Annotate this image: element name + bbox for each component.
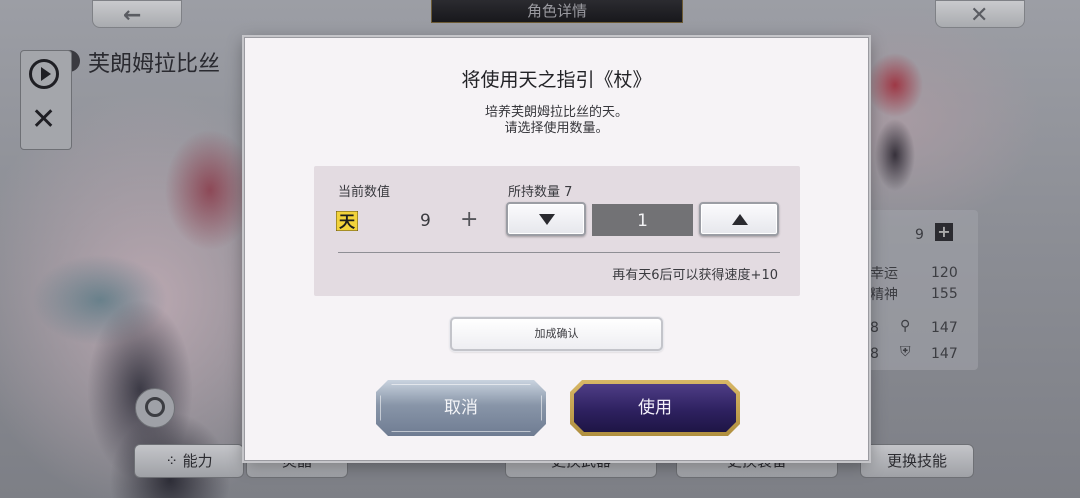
- use-button[interactable]: 使用: [570, 380, 740, 436]
- screen-title: 角色详情: [431, 0, 683, 23]
- side-button-panel: ✕: [20, 50, 72, 150]
- bonus-confirm-button[interactable]: 加成确认: [450, 317, 663, 351]
- cancel-label: 取消: [444, 398, 478, 418]
- stat-left-value: 8: [870, 346, 879, 362]
- increase-quantity-button[interactable]: [699, 202, 779, 236]
- level-value: 9: [915, 227, 924, 243]
- up-arrow-icon: [732, 214, 748, 225]
- character-name: 芙朗姆拉比丝: [88, 52, 221, 77]
- plus-sign: +: [460, 207, 479, 232]
- current-value-label: 当前数值: [338, 185, 391, 200]
- close-screen-button[interactable]: ✕: [935, 0, 1025, 28]
- close-icon: ✕: [970, 3, 989, 28]
- stat-value: 120: [931, 265, 958, 281]
- stat-label: 幸运: [870, 266, 898, 282]
- grid-icon: ⁘: [165, 452, 183, 470]
- dialog-description: 培养芙朗姆拉比丝的天。 请选择使用数量。: [245, 105, 868, 137]
- bonus-hint-text: 再有天6后可以获得速度+10: [612, 268, 778, 283]
- close-icon[interactable]: ✕: [31, 105, 56, 135]
- play-icon[interactable]: [29, 59, 59, 89]
- dialog-title: 将使用天之指引《杖》: [461, 69, 652, 91]
- key-icon: ⚲: [900, 318, 911, 334]
- stat-left-value: 8: [870, 320, 879, 336]
- shield-icon: ⛨: [900, 344, 911, 360]
- heaven-stat-icon: 天: [336, 211, 358, 231]
- divider: [338, 252, 780, 253]
- heaven-icon-glyph: 天: [339, 212, 356, 231]
- add-stat-button[interactable]: +: [935, 223, 953, 241]
- stat-value: 147: [931, 320, 958, 336]
- back-arrow-icon: ←: [123, 3, 142, 28]
- stat-value: 155: [931, 286, 958, 302]
- cancel-button[interactable]: 取消: [376, 380, 546, 436]
- owned-quantity-label: 所持数量 7: [508, 185, 573, 200]
- decrease-quantity-button[interactable]: [506, 202, 586, 236]
- stat-label: 精神: [870, 287, 898, 303]
- use-item-dialog: 将使用天之指引《杖》 培养芙朗姆拉比丝的天。 请选择使用数量。 当前数值 所持数…: [244, 37, 869, 461]
- ability-button[interactable]: ⁘ 能力: [134, 444, 244, 478]
- current-value: 9: [420, 211, 431, 231]
- quantity-panel: 当前数值 所持数量 7 天 9 + 1 再有天6后可以获得速度+10: [314, 166, 800, 296]
- back-button[interactable]: ←: [92, 0, 182, 28]
- zoom-icon[interactable]: [135, 388, 175, 428]
- description-line: 培养芙朗姆拉比丝的天。: [484, 105, 628, 120]
- use-label: 使用: [574, 384, 736, 432]
- change-skill-button[interactable]: 更换技能: [860, 444, 974, 478]
- down-arrow-icon: [539, 214, 555, 225]
- stat-value: 147: [931, 346, 958, 362]
- description-line: 请选择使用数量。: [504, 121, 609, 136]
- quantity-field[interactable]: 1: [592, 204, 693, 236]
